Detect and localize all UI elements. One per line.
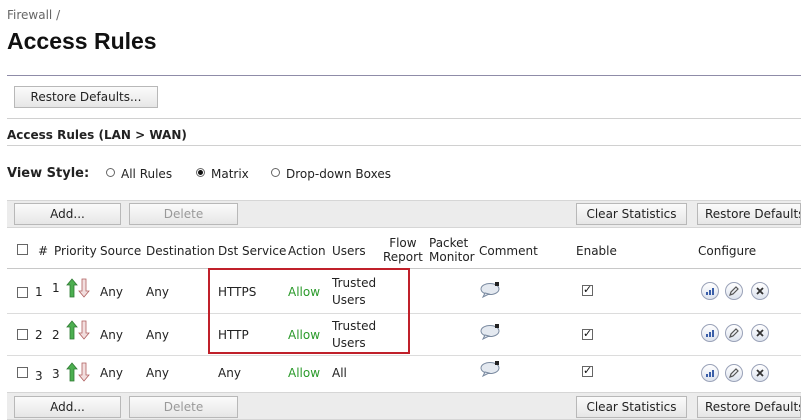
comment-icon[interactable] — [480, 324, 500, 340]
restore-defaults-button-toolbar[interactable]: Restore Defaults... — [697, 203, 801, 225]
select-all-checkbox[interactable] — [17, 244, 28, 255]
divider — [7, 75, 801, 76]
clear-statistics-button[interactable]: Clear Statistics — [576, 203, 687, 225]
col-dst-service[interactable]: Dst Service — [218, 244, 286, 258]
col-flow-report-line1: Flow — [389, 236, 417, 250]
view-style-label: View Style: — [7, 166, 90, 181]
add-button-bottom[interactable]: Add... — [14, 396, 121, 418]
restore-defaults-button-bottom[interactable]: Restore Defaults... — [697, 396, 801, 418]
delete-icon[interactable] — [751, 364, 769, 382]
table-row: 3 3 Any Any Any Allow All — [0, 356, 801, 390]
priority-value: 3 — [52, 367, 60, 381]
radio-all-rules-label[interactable]: All Rules — [121, 166, 172, 183]
priority-arrows-icon[interactable] — [66, 319, 92, 341]
col-packet-monitor-line2: Monitor — [429, 250, 475, 264]
delete-button-bottom[interactable]: Delete — [129, 396, 238, 418]
source-value: Any — [100, 366, 123, 380]
edit-icon[interactable] — [725, 282, 743, 300]
section-title: Access Rules (LAN > WAN) — [7, 128, 187, 142]
page-title: Access Rules — [7, 28, 157, 54]
destination-value: Any — [146, 285, 169, 299]
users-value: All — [332, 366, 347, 380]
enable-checkbox[interactable] — [582, 364, 593, 378]
col-destination[interactable]: Destination — [146, 244, 215, 258]
clear-statistics-button-bottom[interactable]: Clear Statistics — [576, 396, 687, 418]
priority-arrows-icon[interactable] — [66, 277, 92, 299]
col-comment: Comment — [479, 244, 538, 258]
col-enable: Enable — [576, 244, 617, 258]
delete-icon[interactable] — [751, 282, 769, 300]
row-select-checkbox[interactable] — [17, 329, 28, 340]
radio-dropdown-boxes[interactable] — [271, 168, 280, 177]
divider — [7, 118, 801, 119]
delete-icon[interactable] — [751, 324, 769, 342]
divider — [7, 145, 801, 146]
delete-button[interactable]: Delete — [129, 203, 238, 225]
radio-matrix[interactable] — [196, 168, 205, 177]
edit-icon[interactable] — [725, 364, 743, 382]
col-priority[interactable]: Priority — [54, 244, 97, 258]
comment-icon[interactable] — [480, 361, 500, 377]
row-select-checkbox[interactable] — [17, 367, 28, 378]
col-users[interactable]: Users — [332, 244, 366, 258]
col-source[interactable]: Source — [100, 244, 141, 258]
col-packet-monitor-line1: Packet — [429, 236, 469, 250]
col-num: # — [38, 244, 49, 258]
enable-checkbox[interactable] — [582, 327, 593, 341]
radio-all-rules[interactable] — [106, 168, 115, 177]
source-value: Any — [100, 328, 123, 342]
statistics-icon[interactable] — [701, 364, 719, 382]
statistics-icon[interactable] — [701, 282, 719, 300]
statistics-icon[interactable] — [701, 324, 719, 342]
radio-dropdown-boxes-label[interactable]: Drop-down Boxes — [286, 166, 391, 183]
source-value: Any — [100, 285, 123, 299]
action-value: Allow — [288, 366, 321, 380]
destination-value: Any — [146, 366, 169, 380]
col-packet-monitor: Packet Monitor — [429, 236, 475, 264]
edit-icon[interactable] — [725, 324, 743, 342]
add-button[interactable]: Add... — [14, 203, 121, 225]
radio-matrix-label[interactable]: Matrix — [211, 166, 249, 183]
enable-checkbox[interactable] — [582, 283, 593, 297]
col-configure: Configure — [698, 244, 757, 258]
comment-icon[interactable] — [480, 282, 500, 298]
row-select-checkbox[interactable] — [17, 287, 28, 298]
col-flow-report-line2: Report — [383, 250, 423, 264]
service-value: Any — [218, 366, 241, 380]
row-num: 2 — [35, 328, 43, 342]
col-action[interactable]: Action — [288, 244, 326, 258]
destination-value: Any — [146, 328, 169, 342]
priority-value: 1 — [52, 281, 60, 295]
breadcrumb[interactable]: Firewall / — [7, 8, 60, 22]
highlight-box — [208, 268, 410, 354]
row-num: 3 — [35, 369, 43, 383]
col-flow-report: Flow Report — [383, 236, 423, 264]
row-num: 1 — [35, 285, 43, 299]
restore-defaults-button[interactable]: Restore Defaults... — [14, 86, 158, 108]
priority-arrows-icon[interactable] — [66, 361, 92, 383]
priority-value: 2 — [52, 328, 60, 342]
